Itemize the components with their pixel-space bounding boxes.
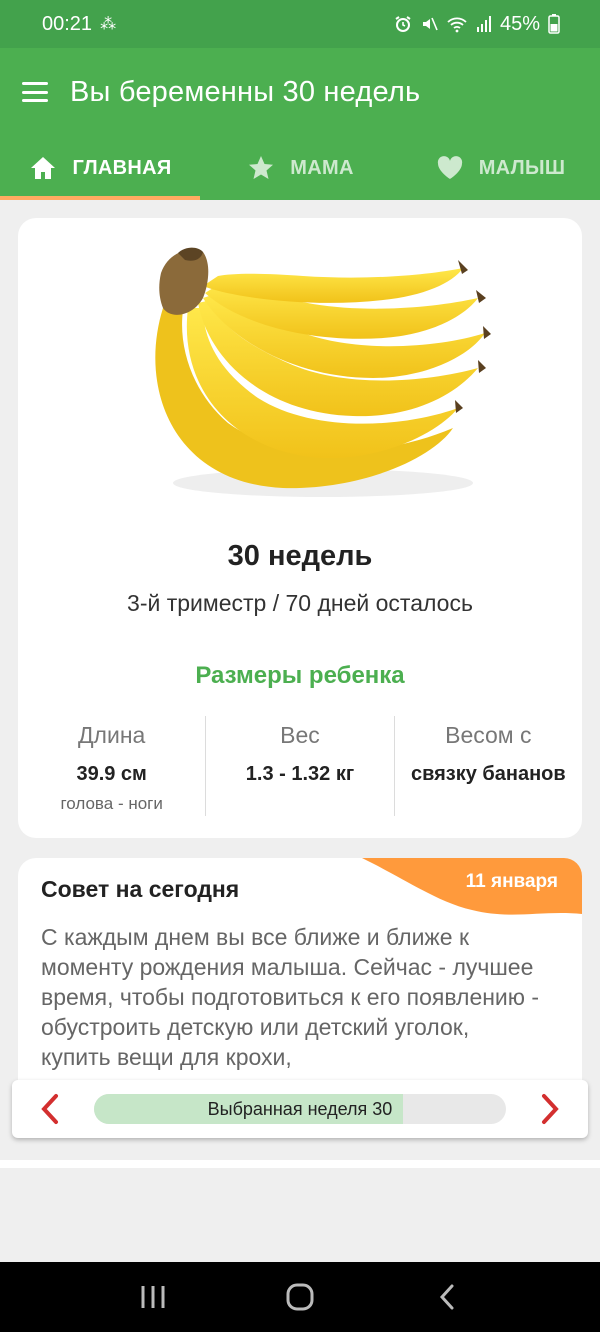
page-title: Вы беременны 30 недель xyxy=(70,75,421,108)
status-bar: 00:21 ⁂ 45% xyxy=(0,0,600,48)
home-circle-icon xyxy=(286,1283,314,1311)
tab-bar: ГЛАВНАЯ МАМА МАЛЫШ xyxy=(0,136,600,200)
mute-icon xyxy=(422,17,438,31)
back-icon xyxy=(439,1284,454,1310)
system-nav-bar xyxy=(0,1262,600,1332)
tab-baby-label: МАЛЫШ xyxy=(478,156,566,179)
recent-apps-icon xyxy=(141,1286,165,1308)
week-card: 30 недель 3-й триместр / 70 дней осталос… xyxy=(18,218,582,838)
wifi-icon xyxy=(447,17,467,33)
stat-comparison: Весом с связку бананов xyxy=(393,716,582,816)
weeks-title: 30 недель xyxy=(227,540,373,572)
heart-icon xyxy=(435,153,465,183)
stat-comparison-value: связку бананов xyxy=(410,763,566,785)
stat-length: Длина 39.9 см голова - ноги xyxy=(18,716,205,816)
battery-icon xyxy=(548,14,560,34)
selected-week-label: Выбранная неделя 30 xyxy=(207,1099,393,1119)
stat-weight: Вес 1.3 - 1.32 кг xyxy=(205,716,393,816)
stat-length-value: 39.9 см xyxy=(76,763,147,785)
qr-notification-icon: ⁂ xyxy=(100,16,117,33)
status-time: 00:21 xyxy=(42,12,93,35)
back-nav-button[interactable] xyxy=(427,1277,467,1317)
trimester-subtitle: 3-й триместр / 70 дней осталось xyxy=(127,590,473,616)
status-right: 45% xyxy=(394,13,560,36)
chevron-left-icon xyxy=(41,1094,58,1124)
home-nav-button[interactable] xyxy=(280,1277,320,1317)
alarm-icon xyxy=(395,16,411,32)
recent-apps-button[interactable] xyxy=(133,1277,173,1317)
stat-length-sub: голова - ноги xyxy=(60,794,163,813)
tip-title: Совет на сегодня xyxy=(41,876,240,902)
tab-main[interactable]: ГЛАВНАЯ xyxy=(0,136,200,200)
chevron-right-icon xyxy=(542,1094,559,1124)
week-selector: Выбранная неделя 30 xyxy=(12,1080,588,1138)
tab-mom[interactable]: МАМА xyxy=(200,136,400,200)
tab-main-label: ГЛАВНАЯ xyxy=(72,156,172,179)
baby-sizes-heading: Размеры ребенка xyxy=(195,662,405,689)
tip-date: 11 января xyxy=(465,871,558,892)
prev-week-button[interactable] xyxy=(32,1091,68,1127)
status-left: 00:21 ⁂ xyxy=(42,13,116,36)
stat-weight-label: Вес xyxy=(280,722,320,748)
tip-card: Совет на сегодня 11 января С каждым днем… xyxy=(18,858,582,1088)
hamburger-menu-icon[interactable] xyxy=(22,82,48,102)
battery-percent: 45% xyxy=(499,12,540,35)
week-progress-bar: Выбранная неделя 30 xyxy=(94,1094,506,1124)
home-icon xyxy=(28,153,58,183)
stat-comparison-label: Весом с xyxy=(445,722,532,748)
app-bar: Вы беременны 30 недель xyxy=(0,48,600,136)
signal-icon xyxy=(476,16,491,32)
baby-stats: Длина 39.9 см голова - ноги Вес 1.3 - 1.… xyxy=(18,716,582,816)
tab-baby[interactable]: МАЛЫШ xyxy=(400,136,600,200)
stat-length-label: Длина xyxy=(77,722,146,748)
banana-illustration xyxy=(155,247,491,497)
next-week-button[interactable] xyxy=(532,1091,568,1127)
stat-weight-value: 1.3 - 1.32 кг xyxy=(245,763,355,785)
tip-text: С каждым днем вы все ближе и ближе к мом… xyxy=(41,924,540,1070)
star-icon xyxy=(246,153,276,183)
tab-mom-label: МАМА xyxy=(290,156,354,179)
bottom-divider xyxy=(0,1160,600,1168)
